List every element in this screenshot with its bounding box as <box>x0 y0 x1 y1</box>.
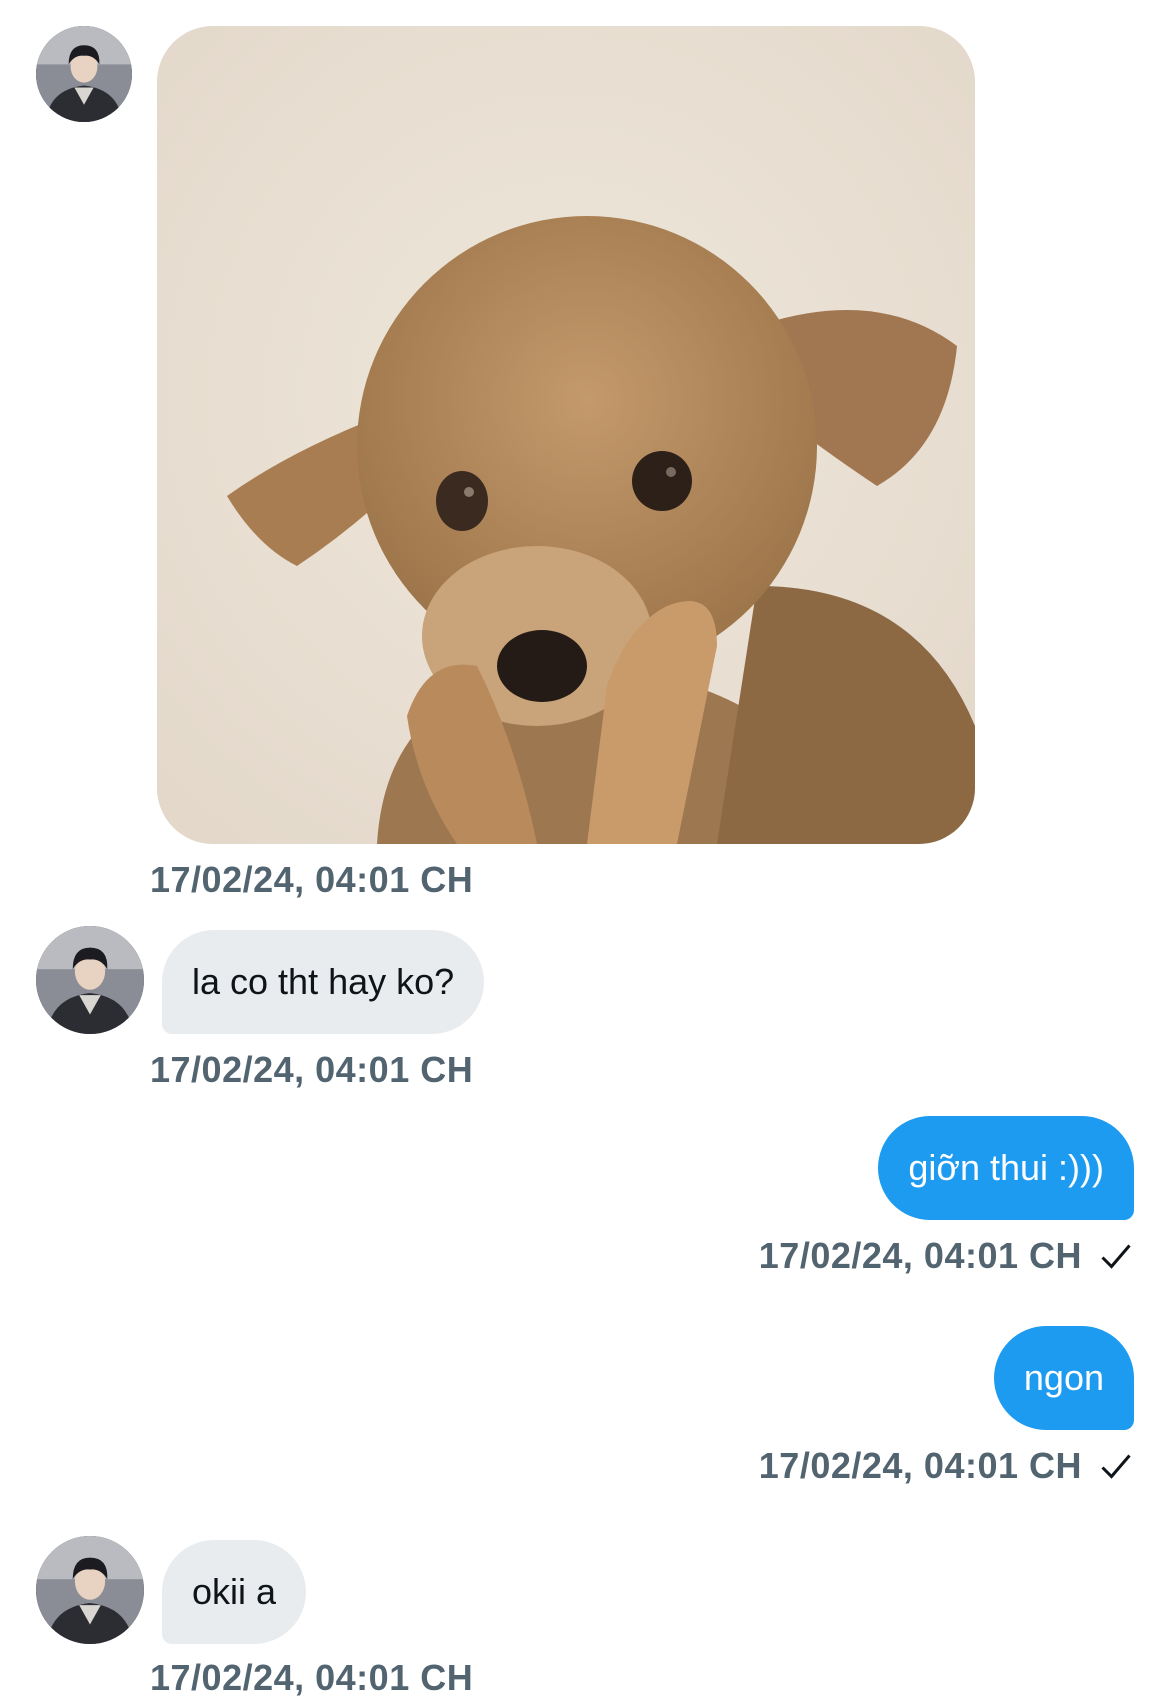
person-avatar-icon <box>36 26 132 122</box>
message-text: la co tht hay ko? <box>192 961 455 1002</box>
incoming-message-bubble[interactable]: la co tht hay ko? <box>162 930 485 1034</box>
incoming-message-bubble[interactable]: okii a <box>162 1540 307 1644</box>
sender-avatar[interactable] <box>36 1536 144 1644</box>
person-avatar-icon <box>36 926 144 1034</box>
puppy-photo <box>157 26 975 844</box>
conversation-thread: 17/02/24, 04:01 CH la co tht hay ko? 17/… <box>0 0 1170 1704</box>
shared-image[interactable] <box>157 26 975 844</box>
checkmark-icon <box>1098 1448 1134 1484</box>
message-text: giỡn thui :))) <box>908 1147 1104 1188</box>
checkmark-icon <box>1098 1238 1134 1274</box>
message-timestamp: 17/02/24, 04:01 CH <box>150 1657 474 1698</box>
message-text: okii a <box>192 1571 277 1612</box>
sender-avatar[interactable] <box>36 926 144 1034</box>
message-meta: 17/02/24, 04:01 CH <box>759 1444 1134 1488</box>
message-timestamp: 17/02/24, 04:01 CH <box>758 1235 1082 1276</box>
sender-avatar[interactable] <box>36 26 132 122</box>
outgoing-message-bubble[interactable]: ngon <box>993 1326 1134 1430</box>
message-text: ngon <box>1023 1357 1104 1398</box>
message-meta: 17/02/24, 04:01 CH <box>759 1234 1134 1278</box>
message-timestamp: 17/02/24, 04:01 CH <box>758 1445 1082 1486</box>
person-avatar-icon <box>36 1536 144 1644</box>
outgoing-message-bubble[interactable]: giỡn thui :))) <box>878 1116 1134 1220</box>
message-timestamp: 17/02/24, 04:01 CH <box>150 859 474 900</box>
message-timestamp: 17/02/24, 04:01 CH <box>150 1049 474 1090</box>
